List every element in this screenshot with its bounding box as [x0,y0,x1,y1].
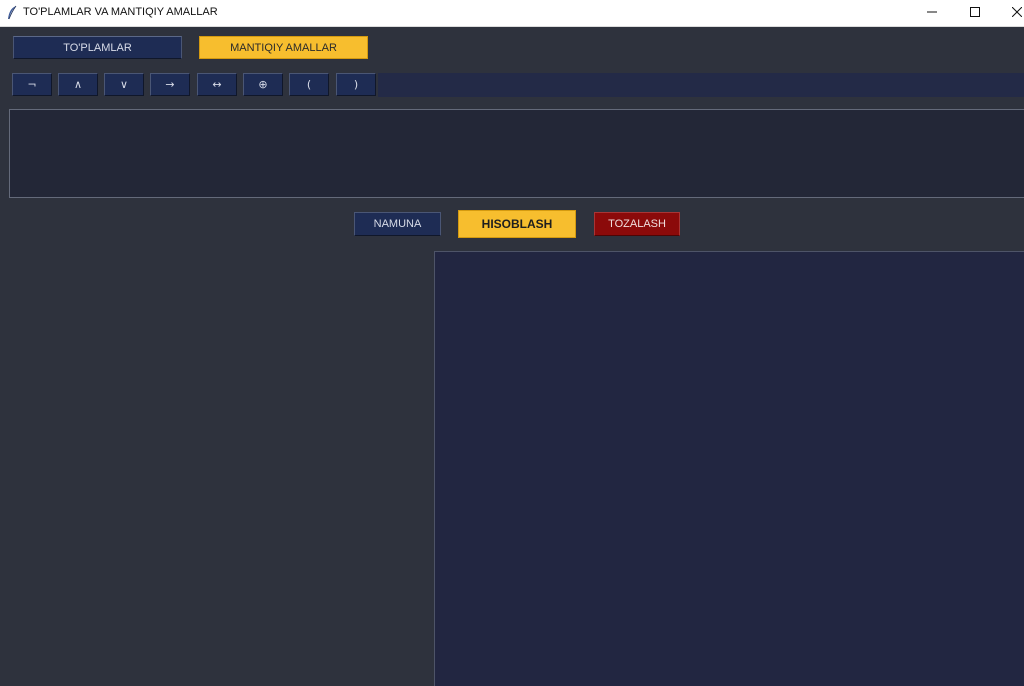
title-bar: TO'PLAMLAR VA MANTIQIY AMALLAR [0,0,1024,27]
close-icon [1011,4,1023,22]
clear-button[interactable]: TOZALASH [594,212,680,236]
close-button[interactable] [994,0,1024,26]
calculate-button[interactable]: HISOBLASH [458,210,576,238]
minimize-icon [927,4,937,22]
op-and-button[interactable]: ∧ [58,73,98,96]
nav-sets-button[interactable]: TO'PLAMLAR [13,36,182,59]
op-or-button[interactable]: ∨ [104,73,144,96]
op-xor-button[interactable]: ⊕ [243,73,283,96]
window-title: TO'PLAMLAR VA MANTIQIY AMALLAR [23,6,218,18]
main-window: TO'PLAMLAR MANTIQIY AMALLAR ¬ ∧ ∨ → ↔ ⊕ … [0,27,1024,686]
op-iff-button[interactable]: ↔ [197,73,237,96]
op-open-paren-button[interactable]: ( [289,73,329,96]
result-output[interactable] [434,251,1024,686]
nav-logic-button[interactable]: MANTIQIY AMALLAR [199,36,368,59]
maximize-icon [970,4,980,22]
sample-button[interactable]: NAMUNA [354,212,441,236]
expression-input[interactable] [9,109,1024,198]
minimize-button[interactable] [909,0,955,26]
op-close-paren-button[interactable]: ) [336,73,376,96]
operator-toolbar: ¬ ∧ ∨ → ↔ ⊕ ( ) [0,73,1024,97]
op-implies-button[interactable]: → [150,73,190,96]
op-not-button[interactable]: ¬ [12,73,52,96]
maximize-button[interactable] [952,0,998,26]
operator-toolbar-strip [378,73,1024,97]
feather-icon [6,5,18,21]
